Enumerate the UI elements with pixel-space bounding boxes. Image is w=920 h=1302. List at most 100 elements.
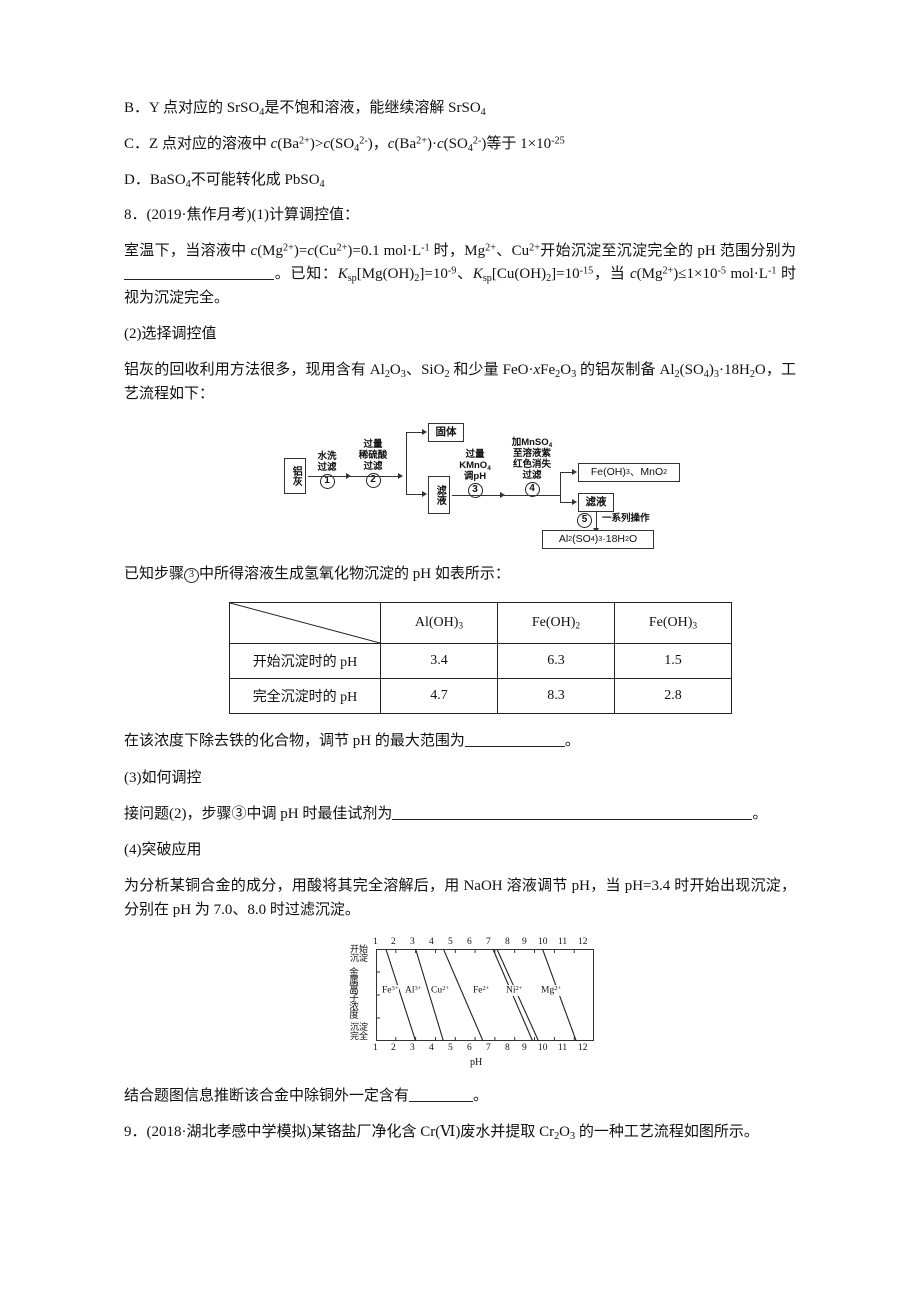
flow-arrow-4-line [504, 495, 560, 497]
after-chart-label: 结合题图信息推断该合金中除铜外一定含有 [124, 1087, 410, 1104]
question-8-part4-title: (4)突破应用 [124, 842, 202, 859]
flow-branch-up-head [422, 428, 427, 435]
chart-xtick-bottom: 2 [391, 1042, 396, 1053]
chart-ion-label-mg2: Mg2+ [540, 984, 563, 996]
flow-label-step-5: 5 [576, 513, 592, 529]
chart-xtick-bottom: 10 [538, 1042, 548, 1053]
option-B: B．Y 点对应的 SrSO4是不饱和溶液，能继续溶解 SrSO4 [124, 100, 486, 118]
chart-xtick-top: 2 [391, 936, 396, 947]
question-8-part1-body: 室温下，当溶液中 c(Mg2+)=c(Cu2+)=0.1 mol·L-1 时，M… [124, 242, 796, 306]
answer-blank-3[interactable] [392, 818, 753, 820]
question-9-text: 9．(2018·湖北孝感中学模拟)某铬盐厂净化含 Cr(Ⅵ)废水并提取 Cr2O… [124, 1124, 759, 1142]
chart-xtick-top: 6 [467, 936, 472, 947]
table-row-label: 开始沉淀时的 pH [229, 643, 381, 680]
table-header-fe2: Fe(OH)2 [497, 602, 615, 645]
flow-box-filtrate-1: 滤液 [428, 476, 450, 515]
flow-split-up-head [572, 468, 577, 475]
after-chart-period: 。 [473, 1087, 489, 1104]
table-corner-diagonal-cell [229, 602, 381, 645]
chart-xtick-bottom: 12 [578, 1042, 588, 1053]
chart-yaxis-title: 金属离子浓度 [347, 966, 358, 1018]
chart-xtick-bottom: 1 [373, 1042, 378, 1053]
chart-ion-label-fe3: Fe3+ [381, 984, 400, 996]
flow-box-solid: 固体 [428, 423, 464, 443]
question-8-heading: 8．(2019·焦作月考)(1)计算调控值： [124, 206, 359, 223]
chart-label-start-precipitation: 开始 沉淀 [349, 943, 368, 964]
chart-xtick-bottom: 11 [558, 1042, 568, 1053]
table-row-label: 完全沉淀时的 pH [229, 678, 381, 715]
chart-xtick-top: 10 [538, 936, 548, 947]
chart-ion-label-al3: Al3+ [404, 984, 423, 996]
flow-label-step-3: 过量 KMnO4 调pH 3 [452, 449, 498, 499]
flow-label-step-1: 水洗 过滤 1 [310, 451, 344, 489]
chart-label-complete-precipitation: 沉淀 完全 [349, 1021, 368, 1042]
chart-xtick-top: 7 [486, 936, 491, 947]
chart-xtick-top: 4 [429, 936, 434, 947]
after-table-label: 在该浓度下除去铁的化合物，调节 pH 的最大范围为 [124, 733, 465, 750]
answer-blank-1[interactable] [124, 279, 274, 281]
chart-xtick-top: 12 [578, 936, 588, 947]
chart-ion-label-ni2: Ni2+ [505, 984, 524, 996]
chart-xtick-bottom: 8 [505, 1042, 510, 1053]
flow-branch-vertical [406, 432, 408, 495]
chart-xtick-bottom: 9 [522, 1042, 527, 1053]
ph-precipitation-chart: 开始 沉淀 沉淀 完全 金属离子浓度 1 2 3 4 5 6 7 8 9 10 11… [124, 935, 796, 1075]
question-8-part4-body: 为分析某铜合金的成分，用酸将其完全溶解后，用 NaOH 溶液调节 pH，当 pH… [124, 878, 796, 918]
chart-xtick-bottom: 4 [429, 1042, 434, 1053]
flow-label-step-2: 过量 稀硫酸 过滤 2 [350, 439, 396, 488]
page-content: B．Y 点对应的 SrSO4是不饱和溶液，能继续溶解 SrSO4 C．Z 点对应… [124, 96, 796, 1158]
option-C: C．Z 点对应的溶液中 c(Ba2+)>c(SO42-)，c(Ba2+)·c(S… [124, 135, 565, 154]
ph-precipitation-table: Al(OH)3 Fe(OH)2 Fe(OH)3 开始沉淀时的 pH 3.4 6.… [229, 602, 732, 715]
question-8-part3-title: (3)如何调控 [124, 769, 202, 786]
flow-arrow-2-line [350, 476, 400, 478]
chart-ion-label-cu2: Cu2+ [430, 984, 450, 996]
chart-xaxis-title: pH [470, 1056, 483, 1068]
chart-xtick-top: 9 [522, 936, 527, 947]
chart-xtick-top: 3 [410, 936, 415, 947]
flow-box-filtrate-2: 滤液 [578, 493, 614, 513]
flow-label-step-5-text: 一系列操作 [602, 513, 650, 525]
chart-xtick-top: 1 [373, 936, 378, 947]
chart-xtick-bottom: 5 [448, 1042, 453, 1053]
after-table-text: 在该浓度下除去铁的化合物，调节 pH 的最大范围为 。 [124, 730, 796, 753]
question-8-part2-body: 铝灰的回收利用方法很多，现用含有 Al2O3、SiO2 和少量 FeO·xFe2… [124, 362, 796, 402]
flow-arrow-1-line [308, 476, 348, 478]
flow-arrow-2-head [398, 472, 403, 479]
chart-xtick-bottom: 3 [410, 1042, 415, 1053]
table-cell: 4.7 [380, 678, 498, 715]
flow-branch-down-head [422, 490, 427, 497]
table-cell: 8.3 [497, 678, 615, 715]
chart-xtick-bottom: 7 [486, 1042, 491, 1053]
flow-box-final-product: Al 2 (SO 4) 3·18H 2 O [542, 530, 654, 550]
chart-xtick-bottom: 6 [467, 1042, 472, 1053]
answer-blank-4[interactable] [409, 1100, 474, 1102]
question-8-part2-title: (2)选择调控值 [124, 325, 217, 342]
chart-xtick-top: 11 [558, 936, 568, 947]
table-row: 开始沉淀时的 pH 3.4 6.3 1.5 [229, 643, 732, 680]
table-cell: 2.8 [614, 678, 732, 715]
process-flow-diagram: 铝灰 水洗 过滤 1 过量 稀硫酸 过滤 2 固体 滤液 过量 KMnO4 调pH 3 加MnS… [124, 420, 796, 550]
table-header-al: Al(OH)3 [380, 602, 498, 645]
table-cell: 1.5 [614, 643, 732, 680]
chart-xtick-top: 8 [505, 936, 510, 947]
part3-period: 。 [752, 805, 768, 822]
after-table-period: 。 [564, 733, 580, 750]
part3-label: 接问题(2)，步骤③中调 pH 时最佳试剂为 [124, 805, 393, 822]
table-cell: 3.4 [380, 643, 498, 680]
flow-arrow-3-line [452, 495, 502, 497]
flow-split-down-head [572, 498, 577, 505]
flow-split-vertical [560, 472, 562, 503]
flow-label-step-4: 加MnSO4 至溶液紫 红色消失 过滤 4 [504, 437, 560, 498]
chart-inner: 开始 沉淀 沉淀 完全 金属离子浓度 1 2 3 4 5 6 7 8 9 10 11… [342, 935, 612, 1075]
chart-ion-label-fe2: Fe2+ [472, 984, 491, 996]
flow-box-precipitate-product: Fe(OH) 3 、MnO 2 [578, 463, 680, 483]
chart-xtick-top: 5 [448, 936, 453, 947]
table-header-row: Al(OH)3 Fe(OH)2 Fe(OH)3 [229, 602, 732, 645]
question-8-part3-body: 接问题(2)，步骤③中调 pH 时最佳试剂为 。 [124, 803, 796, 826]
flow-box-raw-material: 铝灰 [284, 458, 306, 495]
answer-blank-2[interactable] [464, 746, 565, 748]
after-chart-text: 结合题图信息推断该合金中除铜外一定含有 。 [124, 1085, 796, 1108]
table-intro-text: 已知步骤 3 中所得溶液生成氢氧化物沉淀的 pH 如表所示： [124, 566, 510, 584]
option-D: D．BaSO4不可能转化成 PbSO4 [124, 171, 325, 190]
table-cell: 6.3 [497, 643, 615, 680]
